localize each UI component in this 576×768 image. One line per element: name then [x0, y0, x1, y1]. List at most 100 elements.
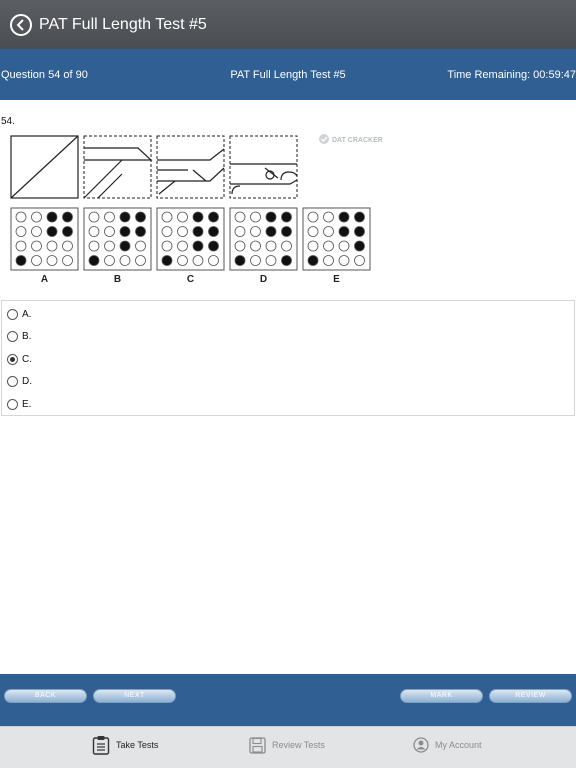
empty-hole: [307, 211, 319, 223]
empty-hole: [265, 240, 277, 252]
question-figure: DAT CRACKER A B C D E: [10, 134, 383, 285]
empty-hole: [104, 255, 115, 266]
watermark-text: DAT CRACKER: [332, 137, 383, 144]
filled-hole: [265, 226, 277, 237]
radio-c[interactable]: [7, 353, 18, 365]
empty-hole: [161, 240, 173, 252]
question-number: 54.: [1, 116, 15, 127]
tab-my-account[interactable]: My Account: [413, 735, 482, 755]
tab-review-tests[interactable]: Review Tests: [249, 735, 325, 755]
next-button[interactable]: NEXT: [93, 689, 176, 703]
radio-d[interactable]: [7, 375, 18, 387]
back-button[interactable]: BACK: [4, 689, 87, 703]
filled-hole: [88, 255, 100, 266]
empty-hole: [234, 226, 246, 237]
filled-hole: [281, 211, 292, 223]
choice-c[interactable]: C.: [7, 350, 32, 368]
back-chevron-icon[interactable]: [10, 13, 32, 36]
empty-hole: [46, 240, 58, 252]
empty-hole: [250, 240, 261, 252]
filled-hole: [208, 226, 219, 237]
empty-hole: [46, 255, 58, 266]
empty-hole: [104, 211, 115, 223]
radio-a[interactable]: [7, 308, 18, 320]
empty-hole: [192, 255, 204, 266]
filled-hole: [234, 255, 246, 266]
empty-hole: [323, 255, 334, 266]
time-remaining: Time Remaining: 00:59:47: [447, 69, 576, 81]
filled-hole: [281, 255, 292, 266]
mark-button[interactable]: MARK: [400, 689, 483, 703]
floppy-disk-icon: [249, 736, 266, 754]
empty-hole: [135, 255, 146, 266]
tab-bar: Take Tests Review Tests My Account: [0, 726, 576, 768]
filled-hole: [62, 211, 73, 223]
filled-hole: [354, 240, 365, 252]
empty-hole: [15, 211, 27, 223]
filled-hole: [354, 211, 365, 223]
fold-step-4: [229, 135, 298, 199]
user-circle-icon: [413, 737, 429, 753]
empty-hole: [323, 226, 334, 237]
empty-hole: [250, 211, 261, 223]
radio-e[interactable]: [7, 398, 18, 410]
page-title: PAT Full Length Test #5: [39, 15, 207, 33]
empty-hole: [88, 226, 100, 237]
empty-hole: [88, 211, 100, 223]
choice-a[interactable]: A.: [7, 305, 31, 323]
answer-grids: A B C D E: [10, 207, 371, 285]
empty-hole: [119, 255, 131, 266]
filled-hole: [208, 211, 219, 223]
tab-label: Take Tests: [116, 740, 159, 750]
review-button[interactable]: REVIEW: [489, 689, 572, 703]
choice-e[interactable]: E.: [7, 395, 31, 413]
choice-label: A.: [22, 308, 32, 320]
grid-label: D: [260, 274, 267, 285]
empty-hole: [31, 211, 42, 223]
filled-hole: [338, 211, 350, 223]
empty-hole: [31, 255, 42, 266]
answer-choices: A. B. C. D. E.: [1, 300, 575, 416]
empty-hole: [338, 240, 350, 252]
empty-hole: [307, 240, 319, 252]
choice-label: C.: [22, 353, 32, 365]
empty-hole: [250, 255, 261, 266]
tab-label: Review Tests: [272, 740, 325, 750]
filled-hole: [192, 211, 204, 223]
empty-hole: [15, 240, 27, 252]
filled-hole: [62, 226, 73, 237]
fold-step-3: [156, 135, 225, 199]
empty-hole: [161, 226, 173, 237]
choice-d[interactable]: D.: [7, 372, 32, 390]
empty-hole: [31, 226, 42, 237]
grid-label: A: [41, 274, 48, 285]
filled-hole: [192, 226, 204, 237]
empty-hole: [177, 226, 188, 237]
filled-hole: [119, 226, 131, 237]
filled-hole: [354, 226, 365, 237]
empty-hole: [88, 240, 100, 252]
tab-take-tests[interactable]: Take Tests: [92, 735, 158, 755]
empty-hole: [234, 211, 246, 223]
grid-label: C: [187, 274, 194, 285]
choice-label: D.: [22, 375, 32, 387]
question-counter: Question 54 of 90: [1, 69, 88, 81]
empty-hole: [135, 240, 146, 252]
filled-hole: [119, 240, 131, 252]
empty-hole: [250, 226, 261, 237]
empty-hole: [281, 240, 292, 252]
filled-hole: [15, 255, 27, 266]
empty-hole: [323, 211, 334, 223]
choice-b[interactable]: B.: [7, 327, 31, 345]
filled-hole: [46, 211, 58, 223]
filled-hole: [208, 240, 219, 252]
grid-label: B: [114, 274, 121, 285]
action-bar: BACK NEXT MARK REVIEW: [0, 674, 576, 726]
empty-hole: [234, 240, 246, 252]
empty-hole: [104, 226, 115, 237]
radio-b[interactable]: [7, 330, 18, 342]
fold-step-2: [83, 135, 153, 199]
fold-step-1: [10, 135, 79, 199]
empty-hole: [208, 255, 219, 266]
empty-hole: [104, 240, 115, 252]
